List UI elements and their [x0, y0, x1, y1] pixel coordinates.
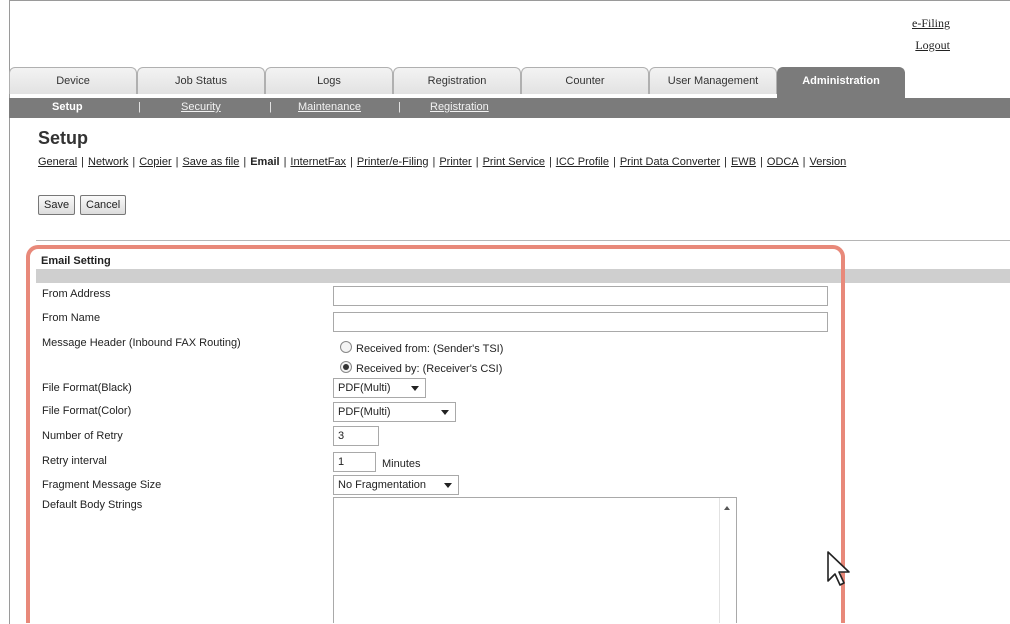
tab-device[interactable]: Device	[9, 67, 137, 94]
category-printer-efiling[interactable]: Printer/e-Filing	[357, 156, 429, 168]
subnav-separator: |	[269, 101, 272, 113]
category-nav: General | Network | Copier | Save as file | Emai…	[38, 156, 847, 168]
divider	[36, 240, 1010, 241]
category-printer[interactable]: Printer	[439, 156, 471, 168]
category-icc-profile[interactable]: ICC Profile	[556, 156, 609, 168]
subnav-separator: |	[398, 101, 401, 113]
subnav-separator: |	[138, 101, 141, 113]
cancel-button[interactable]: Cancel	[80, 195, 127, 215]
logout-link[interactable]: Logout	[912, 34, 950, 56]
subnav-registration[interactable]: Registration	[430, 101, 489, 113]
category-odca[interactable]: ODCA	[767, 156, 799, 168]
save-button[interactable]: Save	[38, 195, 76, 215]
category-network[interactable]: Network	[88, 156, 128, 168]
subnav-maintenance[interactable]: Maintenance	[298, 101, 361, 113]
category-version[interactable]: Version	[810, 156, 847, 168]
category-general[interactable]: General	[38, 156, 77, 168]
tab-counter[interactable]: Counter	[521, 67, 649, 94]
category-save-as-file[interactable]: Save as file	[182, 156, 239, 168]
sub-navigation: Setup | Security | Maintenance | Registr…	[9, 98, 1010, 118]
page-title: Setup	[38, 128, 89, 148]
tab-user-management[interactable]: User Management	[649, 67, 777, 94]
header-links: e-Filing Logout	[912, 12, 950, 56]
category-ewb[interactable]: EWB	[731, 156, 756, 168]
efiling-link[interactable]: e-Filing	[912, 12, 950, 34]
category-email: Email	[250, 156, 280, 168]
category-print-service[interactable]: Print Service	[483, 156, 545, 168]
tab-logs[interactable]: Logs	[265, 67, 393, 94]
subnav-security[interactable]: Security	[181, 101, 221, 113]
subnav-setup[interactable]: Setup	[52, 101, 83, 113]
main-tabs: Device Job Status Logs Registration Coun…	[9, 67, 1010, 98]
mouse-pointer-icon	[827, 551, 850, 586]
highlight-box	[26, 245, 845, 623]
category-print-data-converter[interactable]: Print Data Converter	[620, 156, 720, 168]
tab-job-status[interactable]: Job Status	[137, 67, 265, 94]
tab-registration[interactable]: Registration	[393, 67, 521, 94]
tab-administration[interactable]: Administration	[777, 67, 905, 98]
category-copier[interactable]: Copier	[139, 156, 171, 168]
category-internetfax[interactable]: InternetFax	[290, 156, 346, 168]
